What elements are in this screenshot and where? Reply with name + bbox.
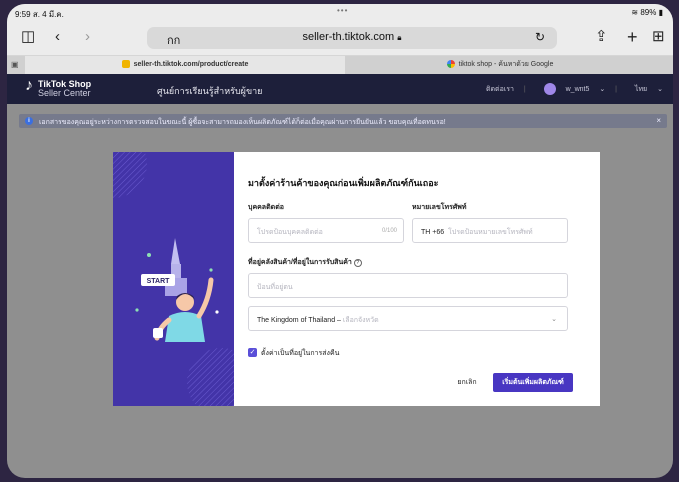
tab-product-create[interactable]: seller-th.tiktok.com/product/create	[25, 56, 345, 74]
close-tab-icon[interactable]: ▣	[11, 60, 19, 69]
store-setup-modal: START มาตั้งค่าร้านค้าของคุณก่อนเพิ่มผลิ…	[113, 152, 600, 406]
wifi-icon: ≋	[631, 8, 639, 17]
google-favicon-icon	[446, 60, 455, 69]
multitask-dots[interactable]: •••	[337, 6, 348, 15]
start-illustration: START	[113, 152, 234, 406]
province-select[interactable]: The Kingdom of Thailand – เลือกจังหวัด ⌄	[248, 306, 568, 331]
chevron-down-icon: ⌄	[599, 85, 606, 93]
device-frame: 9:59 ส. 4 มี.ค. ••• ≋ 89% ▮ ◫ ‹ › กก sel…	[0, 0, 679, 482]
contact-person-label: บุคคลติดต่อ	[248, 204, 284, 211]
url-host: seller-th.tiktok.com 🔒︎	[302, 31, 402, 43]
phone-label: หมายเลขโทรศัพท์	[412, 204, 467, 211]
lock-icon: 🔒︎	[397, 33, 402, 42]
phone-input[interactable]: TH +66 โปรดป้อนหมายเลขโทรศัพท์	[412, 218, 568, 243]
setup-form: มาตั้งค่าร้านค้าของคุณก่อนเพิ่มผลิตภัณฑ์…	[234, 152, 600, 406]
help-icon[interactable]: ?	[353, 259, 362, 267]
country-code[interactable]: TH +66	[421, 229, 444, 236]
academy-link[interactable]: ศูนย์การเรียนรู้สำหรับผู้ขาย	[157, 84, 262, 98]
status-bar: 9:59 ส. 4 มี.ค. ••• ≋ 89% ▮	[7, 4, 673, 20]
start-sign-label: START	[147, 278, 171, 285]
battery-indicator: ≋ 89% ▮	[631, 8, 663, 17]
address-label: ที่อยู่คลังสินค้า/ที่อยู่ในการรับสินค้า …	[248, 257, 362, 268]
modal-title: มาตั้งค่าร้านค้าของคุณก่อนเพิ่มผลิตภัณฑ์…	[248, 178, 439, 188]
user-menu[interactable]: w_wnt5 ⌄	[536, 83, 606, 95]
notice-text: เอกสารของคุณอยู่ระหว่างการตรวจสอบในขณะนี…	[39, 119, 446, 126]
forward-icon[interactable]: ›	[85, 28, 90, 46]
chevron-down-icon: ⌄	[551, 316, 557, 323]
separator: |	[615, 85, 617, 93]
sidebar-icon[interactable]: ◫	[21, 28, 35, 46]
separator: |	[523, 85, 526, 93]
new-tab-icon[interactable]: +	[627, 28, 638, 46]
back-icon[interactable]: ‹	[55, 28, 60, 46]
tab-overview-icon[interactable]: ⊞	[652, 28, 665, 46]
start-adding-product-button[interactable]: เริ่มต้นเพิ่มผลิตภัณฑ์	[493, 373, 573, 392]
avatar	[543, 83, 556, 95]
char-counter: 0/100	[381, 228, 397, 234]
verification-notice: i เอกสารของคุณอยู่ระหว่างการตรวจสอบในขณะ…	[19, 114, 667, 128]
share-icon[interactable]: ⇪	[595, 28, 608, 46]
chevron-down-icon: ⌄	[657, 85, 663, 93]
seller-center-header: ♪ TikTok Shop Seller Center ศูนย์การเรีย…	[7, 74, 673, 104]
ipad-screen: 9:59 ส. 4 มี.ค. ••• ≋ 89% ▮ ◫ ‹ › กก sel…	[7, 4, 673, 478]
close-icon[interactable]: ×	[656, 116, 661, 125]
battery-icon: ▮	[658, 8, 663, 17]
browser-toolbar: ◫ ‹ › กก seller-th.tiktok.com 🔒︎ ↻ ⇪ + ⊞	[7, 20, 673, 56]
return-address-label: ตั้งค่าเป็นที่อยู่ในการส่งคืน	[261, 350, 340, 357]
language-menu[interactable]: ไทย ⌄	[627, 86, 663, 93]
country-value: The Kingdom of Thailand	[257, 317, 336, 324]
address-bar[interactable]: กก seller-th.tiktok.com 🔒︎ ↻	[147, 27, 557, 49]
tiktok-logo-icon: ♪	[25, 77, 33, 94]
cancel-button[interactable]: ยกเลิก	[448, 373, 486, 392]
reload-icon[interactable]: ↻	[535, 30, 545, 44]
contact-link[interactable]: ติดต่อเรา	[486, 86, 514, 93]
address-input[interactable]: ป้อนที่อยู่ตน	[248, 273, 568, 298]
return-address-checkbox[interactable]: ✓	[248, 348, 257, 357]
tiktok-favicon-icon	[121, 60, 130, 69]
info-icon: i	[25, 117, 33, 125]
header-right: ติดต่อเรา | w_wnt5 ⌄ | ไทย ⌄	[478, 83, 663, 95]
contact-person-input[interactable]: โปรดป้อนบุคคลติดต่อ 0/100	[248, 218, 404, 243]
tab-bar: ▣ seller-th.tiktok.com/product/create ti…	[7, 56, 673, 74]
tab-google-search[interactable]: tiktok shop - ค้นหาด้วย Google	[347, 56, 653, 74]
